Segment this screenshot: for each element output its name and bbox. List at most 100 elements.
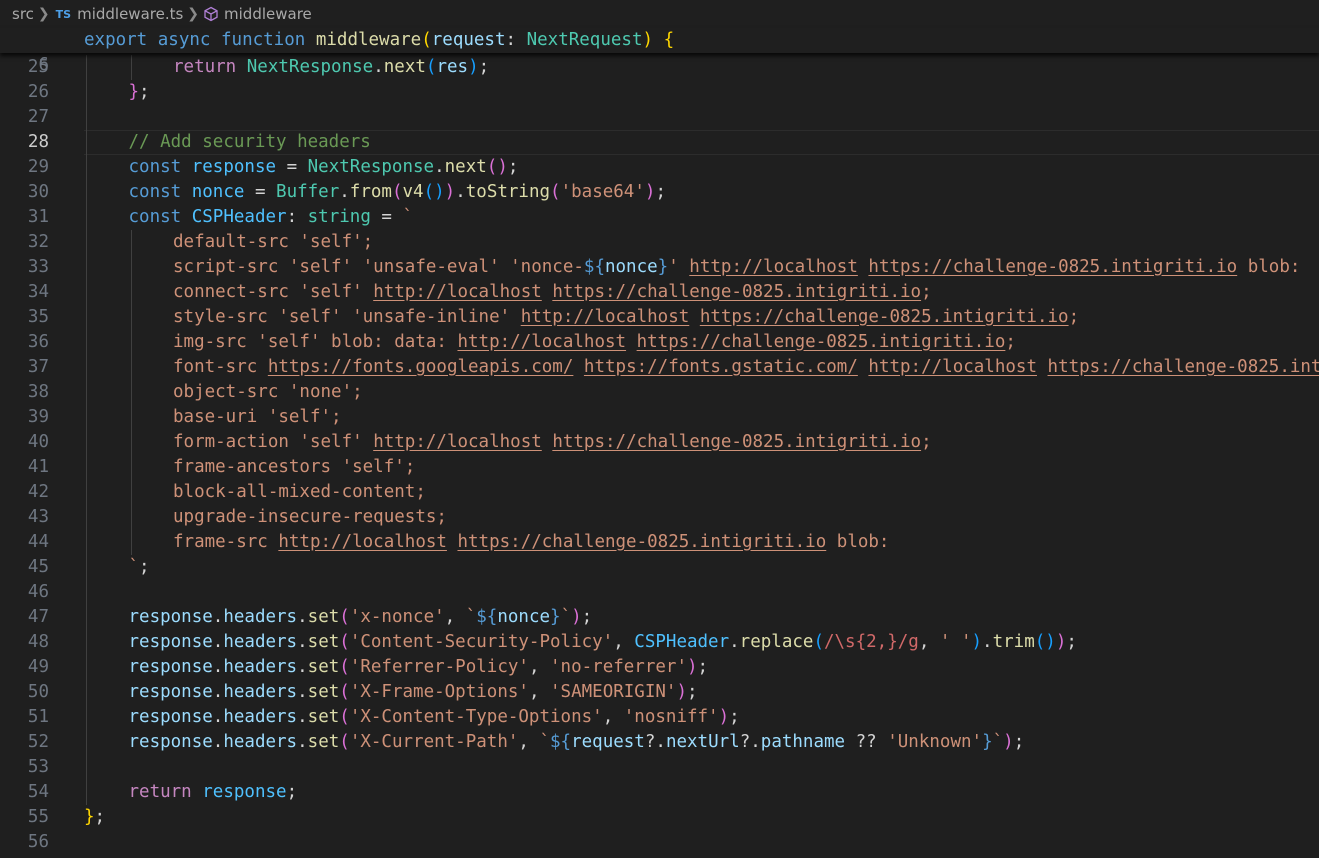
code-text[interactable]: block-all-mixed-content; [173,480,426,505]
line-number[interactable]: 31 [0,205,49,230]
line-number[interactable]: 33 [0,255,49,280]
code-line[interactable]: 40 form-action 'self' http://localhost ht… [0,430,1319,455]
chevron-right-icon: ❯ [187,6,200,22]
code-text[interactable]: upgrade-insecure-requests; [173,505,447,530]
code-text[interactable]: `; [129,555,150,580]
code-line[interactable]: 30 const nonce = Buffer.from(v4()).toStri… [0,180,1319,205]
breadcrumb-file[interactable]: middleware.ts [77,5,183,23]
line-number[interactable]: 34 [0,280,49,305]
code-text[interactable]: form-action 'self' http://localhost http… [173,430,932,455]
line-number[interactable]: 53 [0,755,49,780]
line-number[interactable]: 47 [0,605,49,630]
code-line[interactable]: 46 [0,580,1319,605]
code-text[interactable]: }; [84,805,105,830]
code-text[interactable]: style-src 'self' 'unsafe-inline' http://… [173,305,1079,330]
code-line[interactable]: 32 default-src 'self'; [0,230,1319,255]
line-number[interactable]: 55 [0,805,49,830]
code-text[interactable]: // Add security headers [129,130,371,155]
line-number[interactable]: 41 [0,455,49,480]
code-text[interactable]: response.headers.set('X-Current-Path', `… [129,730,1025,755]
code-line[interactable]: 39 base-uri 'self'; [0,405,1319,430]
code-line[interactable]: 38 object-src 'none'; [0,380,1319,405]
code-line[interactable]: 29 const response = NextResponse.next(); [0,155,1319,180]
code-text[interactable]: default-src 'self'; [173,230,373,255]
code-line[interactable]: 27 [0,105,1319,130]
code-line[interactable]: 50 response.headers.set('X-Frame-Options'… [0,680,1319,705]
line-number[interactable]: 38 [0,380,49,405]
line-number[interactable]: 28 [0,130,49,155]
code-text[interactable]: return NextResponse.next(res); [173,55,489,80]
code-line[interactable]: 55}; [0,805,1319,830]
code-token: block-all-mixed-content; [173,482,426,502]
line-number[interactable]: 49 [0,655,49,680]
code-line[interactable]: 56 [0,830,1319,855]
breadcrumb-symbol[interactable]: middleware [224,5,312,23]
code-text[interactable]: response.headers.set('x-nonce', `${nonce… [129,605,593,630]
code-text[interactable]: frame-ancestors 'self'; [173,455,415,480]
line-number[interactable]: 36 [0,330,49,355]
code-line[interactable]: 25 return NextResponse.next(res); [0,55,1319,80]
line-number[interactable]: 52 [0,730,49,755]
code-editor[interactable]: 25 return NextResponse.next(res); 26}; 27 28… [0,55,1319,858]
code-line[interactable]: 6 export async function middleware(reque… [0,28,1319,75]
code-line[interactable]: 52 response.headers.set('X-Current-Path',… [0,730,1319,755]
code-text[interactable]: }; [129,80,150,105]
line-number[interactable]: 51 [0,705,49,730]
code-text[interactable]: response.headers.set('X-Frame-Options', … [129,680,698,705]
line-number[interactable]: 29 [0,155,49,180]
line-number[interactable]: 50 [0,680,49,705]
code-line[interactable]: 49 response.headers.set('Referrer-Policy'… [0,655,1319,680]
code-line[interactable]: 36 img-src 'self' blob: data: http://loca… [0,330,1319,355]
code-text[interactable]: export async function middleware(request… [84,28,674,53]
code-line[interactable]: 33 script-src 'self' 'unsafe-eval' 'nonce… [0,255,1319,280]
code-line[interactable]: 37 font-src https://fonts.googleapis.com/… [0,355,1319,380]
code-line[interactable]: 42 block-all-mixed-content; [0,480,1319,505]
code-token: http://localhost [689,257,858,277]
code-text[interactable]: response.headers.set('X-Content-Type-Opt… [129,705,740,730]
code-line[interactable]: 43 upgrade-insecure-requests; [0,505,1319,530]
code-text[interactable]: const CSPHeader: string = ` [129,205,414,230]
code-text[interactable]: connect-src 'self' http://localhost http… [173,280,932,305]
code-text[interactable]: const nonce = Buffer.from(v4()).toString… [129,180,666,205]
code-line[interactable]: 44 frame-src http://localhost https://cha… [0,530,1319,555]
line-number[interactable]: 30 [0,180,49,205]
line-number[interactable]: 37 [0,355,49,380]
breadcrumb-folder[interactable]: src [12,5,34,23]
line-number[interactable]: 44 [0,530,49,555]
code-line[interactable]: 35 style-src 'self' 'unsafe-inline' http:… [0,305,1319,330]
code-line[interactable]: 51 response.headers.set('X-Content-Type-O… [0,705,1319,730]
line-number[interactable]: 56 [0,830,49,855]
line-number[interactable]: 32 [0,230,49,255]
code-line[interactable]: 26}; [0,80,1319,105]
line-number[interactable]: 40 [0,430,49,455]
code-text[interactable]: script-src 'self' 'unsafe-eval' 'nonce-$… [173,255,1300,280]
line-number[interactable]: 6 [0,53,49,78]
code-line[interactable]: 47 response.headers.set('x-nonce', `${non… [0,605,1319,630]
line-number[interactable]: 43 [0,505,49,530]
code-text[interactable]: font-src https://fonts.googleapis.com/ h… [173,355,1319,380]
code-line[interactable]: 48 response.headers.set('Content-Security… [0,630,1319,655]
code-line[interactable]: 53 [0,755,1319,780]
line-number[interactable]: 45 [0,555,49,580]
code-text[interactable]: object-src 'none'; [173,380,363,405]
line-number[interactable]: 54 [0,780,49,805]
code-text[interactable]: img-src 'self' blob: data: http://localh… [173,330,1016,355]
code-line[interactable]: 45 `; [0,555,1319,580]
sticky-scroll-header[interactable]: 6 export async function middleware(reque… [0,28,1319,75]
code-line[interactable]: 28 // Add security headers [0,130,1319,155]
code-text[interactable]: response.headers.set('Content-Security-P… [129,630,1077,655]
code-line[interactable]: 31 const CSPHeader: string = ` [0,205,1319,230]
line-number[interactable]: 48 [0,630,49,655]
code-line[interactable]: 54 return response; [0,780,1319,805]
code-text[interactable]: return response; [129,780,298,805]
line-number[interactable]: 39 [0,405,49,430]
code-text[interactable]: frame-src http://localhost https://chall… [173,530,889,555]
code-text[interactable]: response.headers.set('Referrer-Policy', … [129,655,709,680]
code-line[interactable]: 34 connect-src 'self' http://localhost ht… [0,280,1319,305]
code-line[interactable]: 41 frame-ancestors 'self'; [0,455,1319,480]
code-text[interactable]: base-uri 'self'; [173,405,342,430]
code-text[interactable]: const response = NextResponse.next(); [129,155,519,180]
line-number[interactable]: 35 [0,305,49,330]
line-number[interactable]: 46 [0,580,49,605]
line-number[interactable]: 42 [0,480,49,505]
